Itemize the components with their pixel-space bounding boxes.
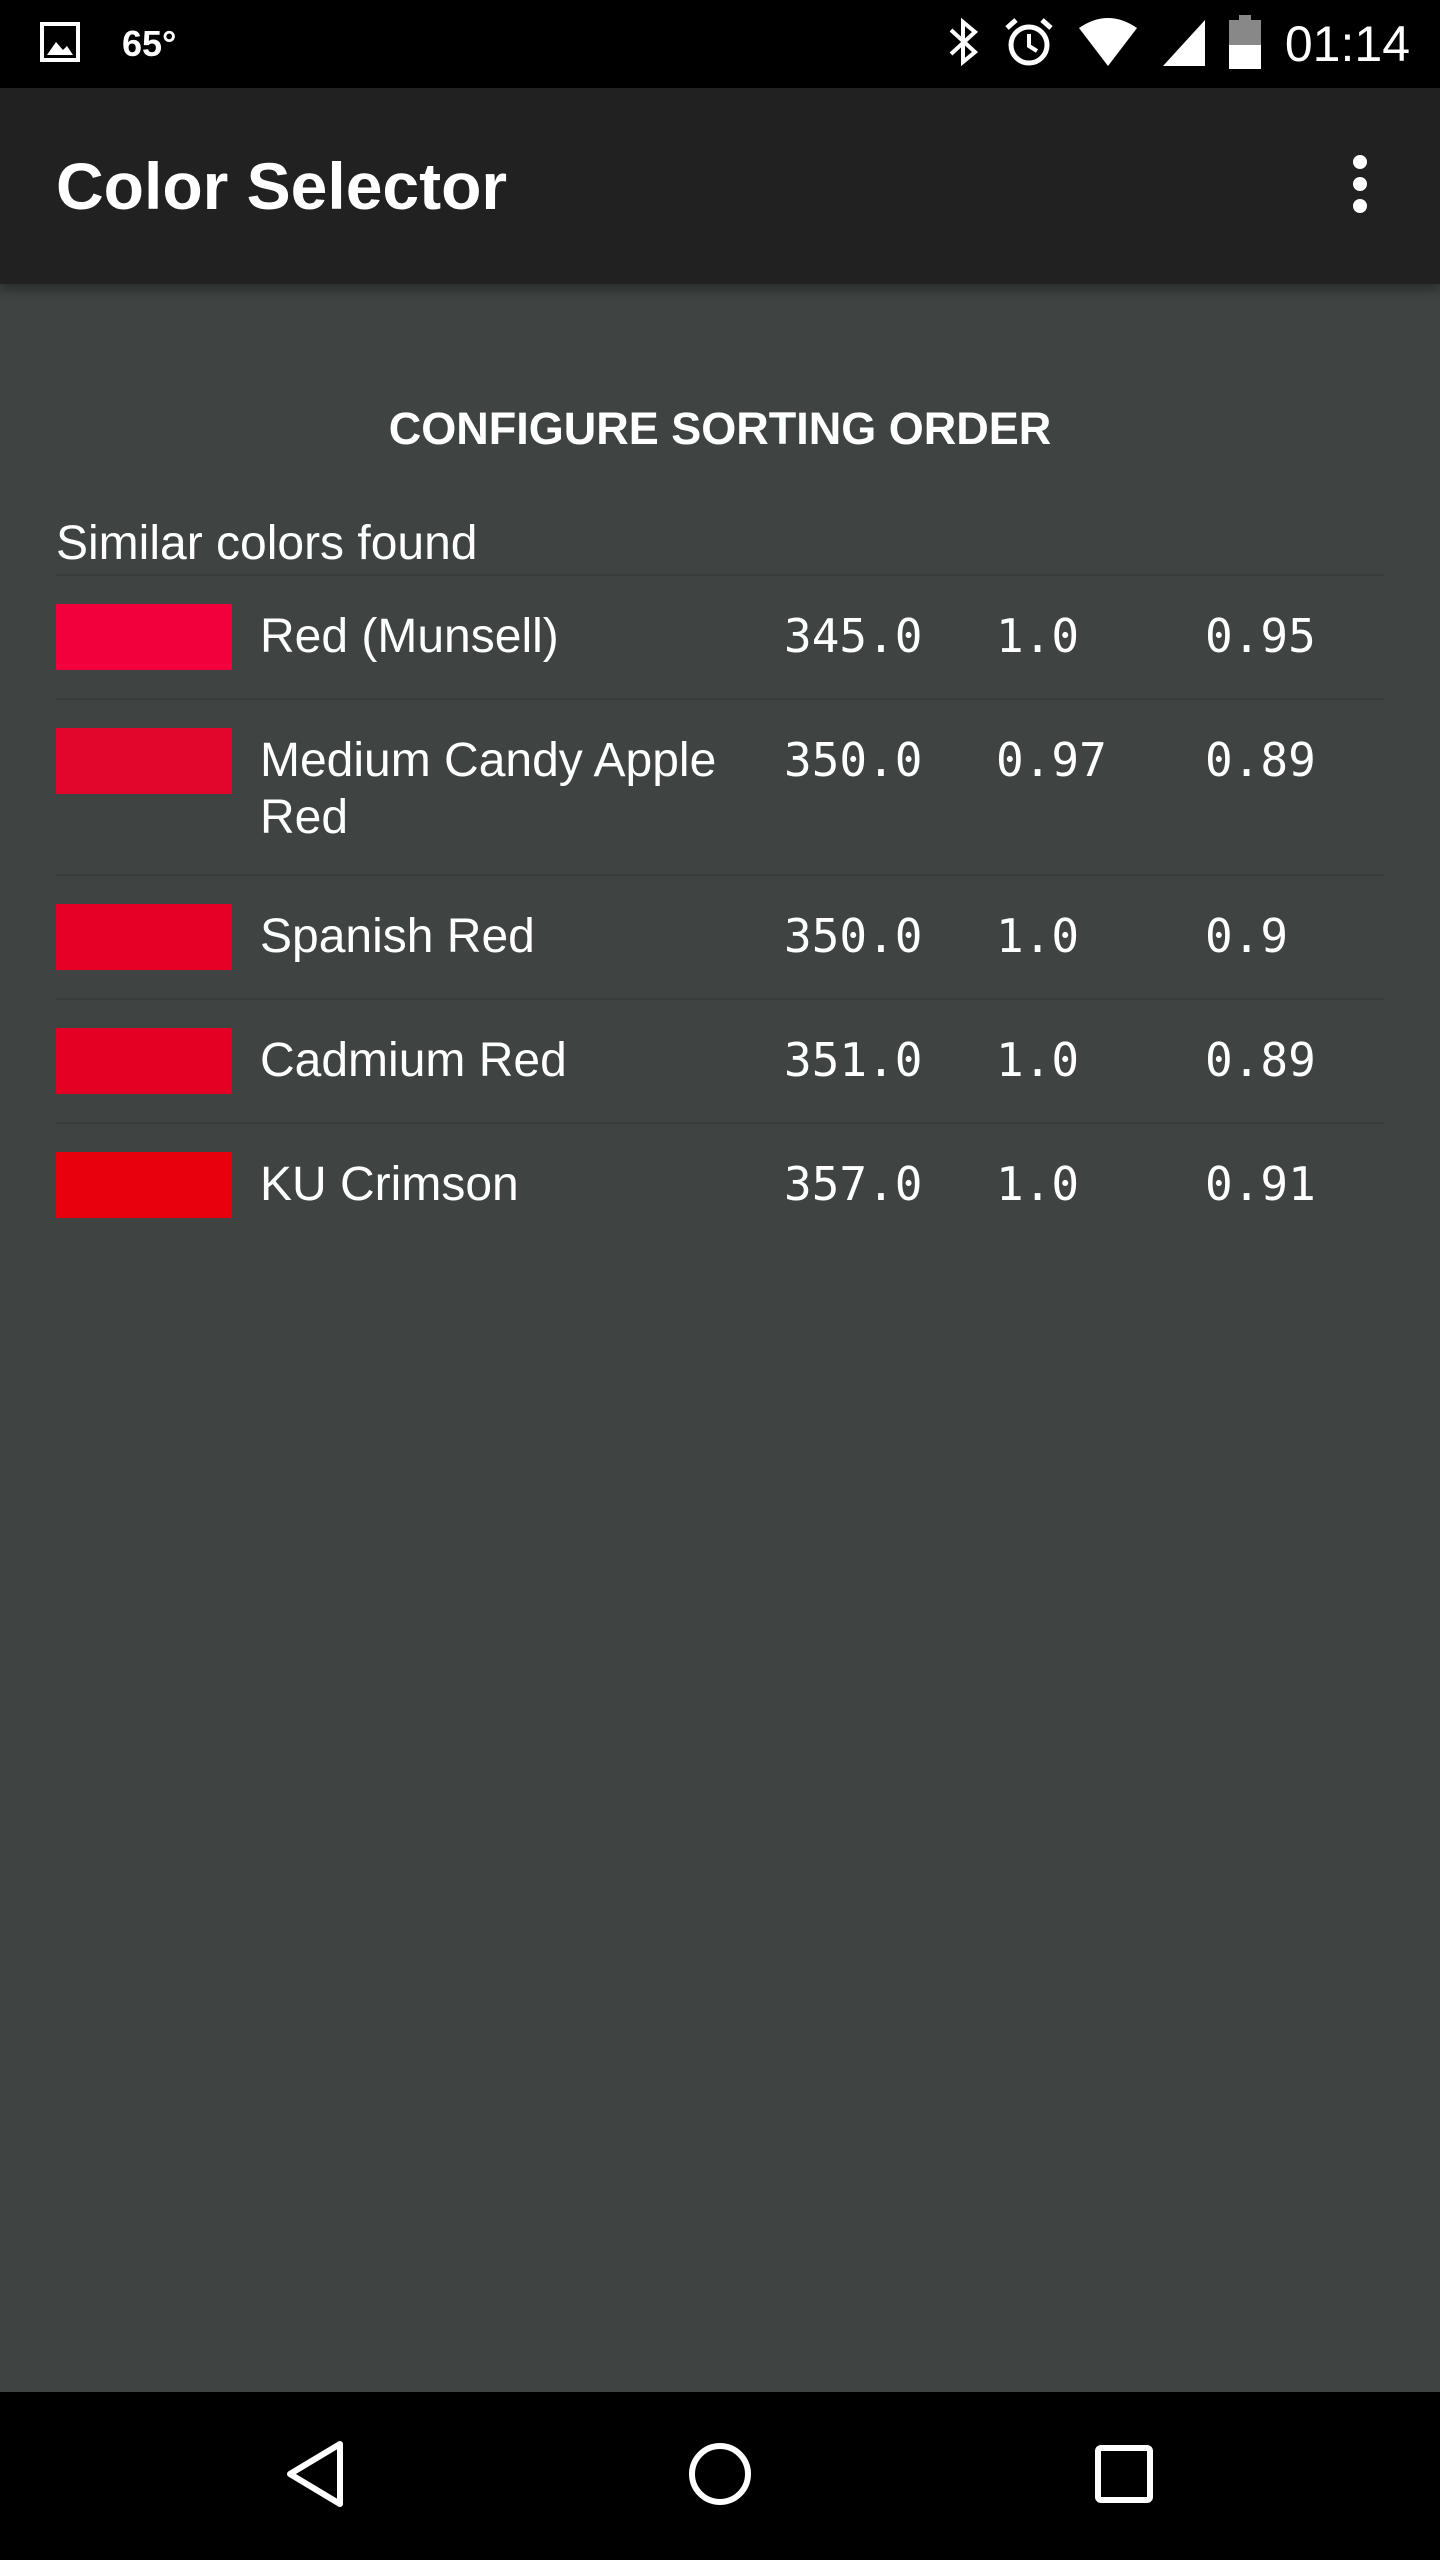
color-row[interactable]: Medium Candy Apple Red 350.0 0.97 0.89 (56, 698, 1384, 874)
saturation-value: 1.0 (996, 1157, 1080, 1211)
similar-colors-label: Similar colors found (56, 517, 478, 570)
clock: 01:14 (1284, 16, 1410, 72)
battery-icon (1207, 14, 1261, 74)
color-swatch (56, 728, 232, 794)
color-row[interactable]: Spanish Red 350.0 1.0 0.9 (56, 874, 1384, 998)
saturation-value: 0.97 (996, 733, 1107, 787)
hue-value: 345.0 (784, 609, 923, 663)
hue-value: 350.0 (784, 909, 923, 963)
status-right: 01:14 (925, 0, 1410, 88)
recents-icon (1094, 2444, 1154, 2509)
color-swatch (56, 1152, 232, 1218)
value-value: 0.89 (1205, 733, 1316, 787)
color-name: KU Crimson (260, 1158, 519, 1211)
color-row[interactable]: KU Crimson 357.0 1.0 0.91 (56, 1122, 1384, 1246)
color-swatch (56, 1028, 232, 1094)
image-icon (40, 21, 80, 67)
home-icon (687, 2441, 753, 2512)
color-swatch (56, 604, 232, 670)
value-value: 0.95 (1205, 609, 1316, 663)
wifi-icon (1055, 16, 1139, 73)
app-bar: Color Selector (0, 88, 1440, 284)
color-row[interactable]: Cadmium Red 351.0 1.0 0.89 (56, 998, 1384, 1122)
app-title: Color Selector (56, 149, 508, 223)
hue-value: 350.0 (784, 733, 923, 787)
overflow-menu-icon (1350, 154, 1370, 219)
home-button[interactable] (670, 2426, 770, 2526)
value-value: 0.89 (1205, 1033, 1316, 1087)
overflow-menu-button[interactable] (1320, 146, 1400, 226)
color-name: Medium Candy Apple Red (260, 734, 717, 844)
back-icon (284, 2439, 348, 2514)
similar-colors-list: Red (Munsell) 345.0 1.0 0.95 Medium Cand… (56, 574, 1384, 1246)
saturation-value: 1.0 (996, 1033, 1080, 1087)
status-left: 65° (40, 0, 176, 88)
saturation-value: 1.0 (996, 609, 1080, 663)
temperature-readout: 65° (122, 23, 177, 64)
color-name: Spanish Red (260, 910, 535, 963)
recents-button[interactable] (1074, 2426, 1174, 2526)
color-swatch (56, 904, 232, 970)
color-name: Cadmium Red (260, 1034, 567, 1087)
back-button[interactable] (266, 2426, 366, 2526)
saturation-value: 1.0 (996, 909, 1080, 963)
value-value: 0.9 (1205, 909, 1289, 963)
color-row[interactable]: Red (Munsell) 345.0 1.0 0.95 (56, 574, 1384, 698)
color-name: Red (Munsell) (260, 610, 559, 663)
hue-value: 351.0 (784, 1033, 923, 1087)
signal-icon (1139, 16, 1207, 73)
value-value: 0.91 (1205, 1157, 1316, 1211)
configure-sorting-order-button[interactable]: CONFIGURE SORTING ORDER (340, 382, 1100, 476)
hue-value: 357.0 (784, 1157, 923, 1211)
bluetooth-icon (925, 16, 981, 73)
alarm-icon (981, 16, 1055, 73)
main-content: CONFIGURE SORTING ORDER Similar colors f… (0, 284, 1440, 2392)
status-bar: 65° 01:14 (0, 0, 1440, 88)
navigation-bar (0, 2392, 1440, 2560)
